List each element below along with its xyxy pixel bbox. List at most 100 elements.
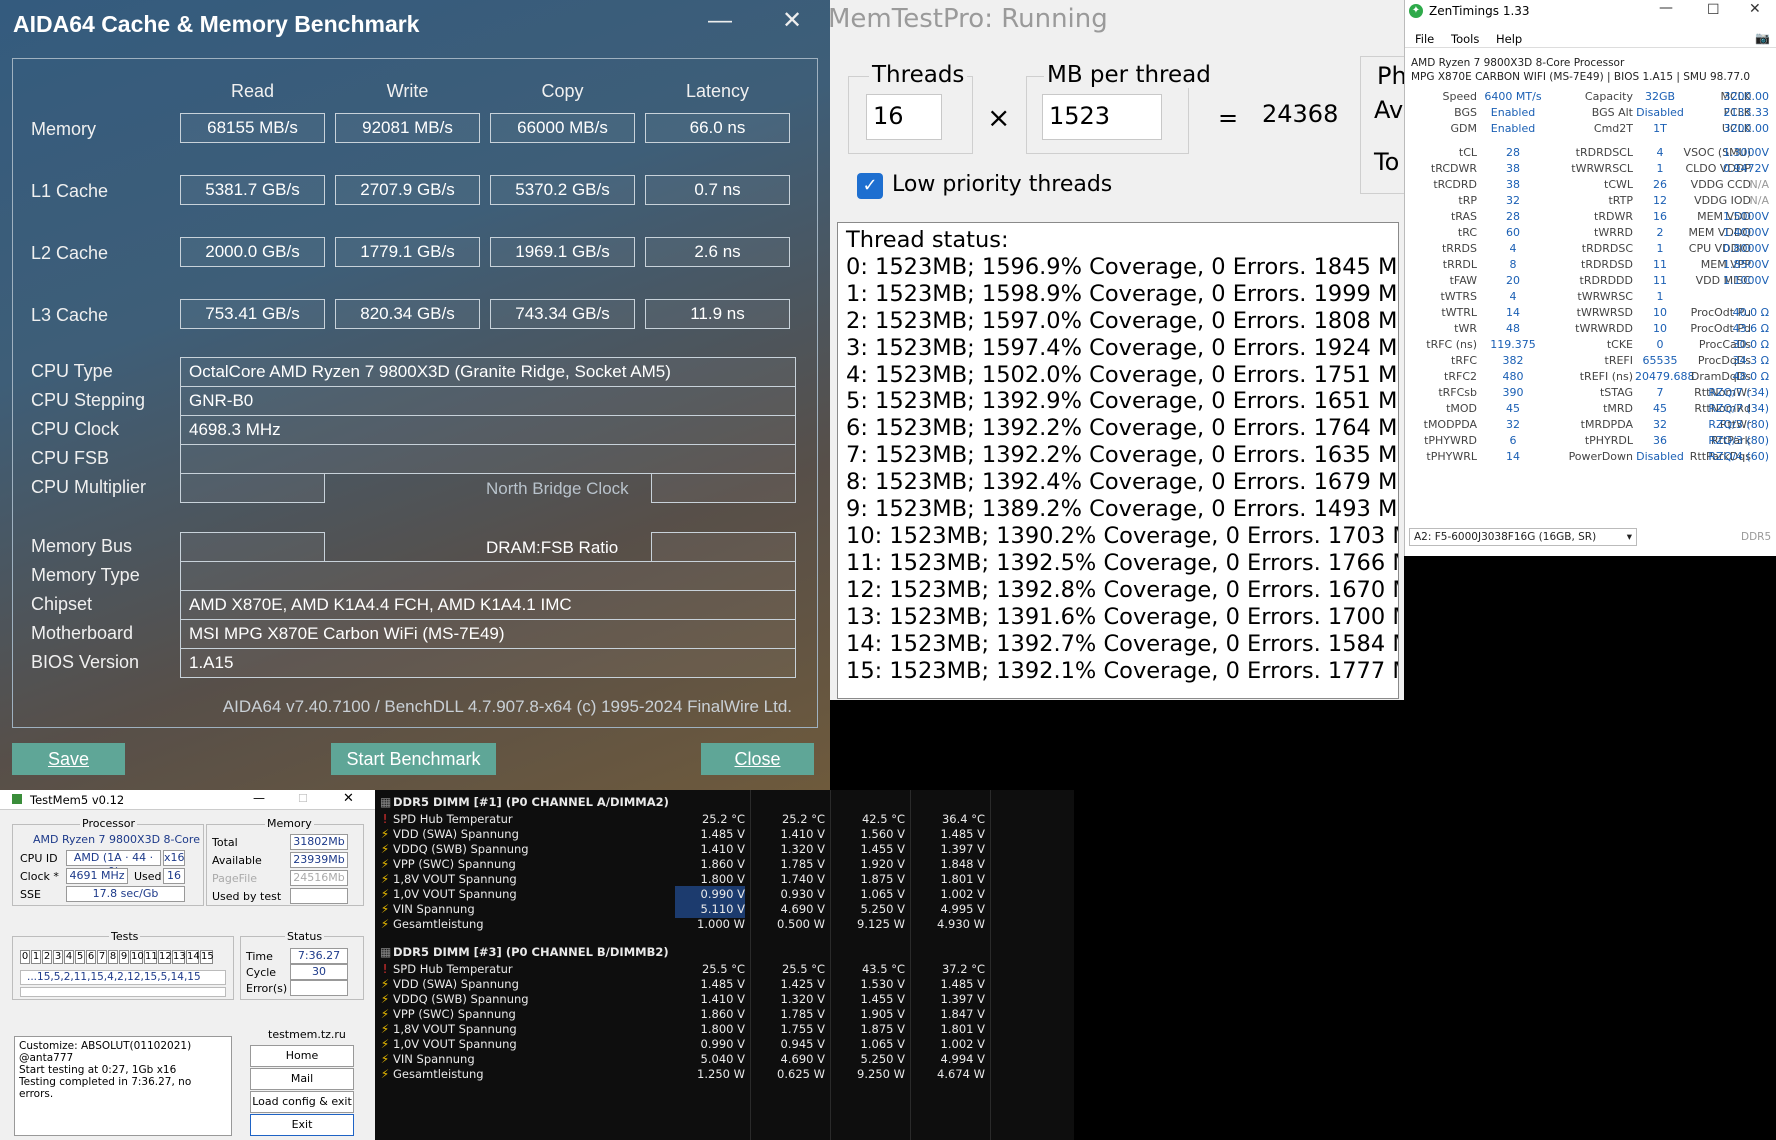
chipset-value: AMD X870E, AMD K1A4.4 FCH, AMD K1A4.1 IM… bbox=[180, 590, 796, 620]
low-priority-label[interactable]: Low priority threads bbox=[892, 172, 1112, 197]
thread-status-line: 15: 1523MB; 1392.1% Coverage, 0 Errors. … bbox=[846, 657, 1399, 684]
bench-value: 2000.0 GB/s bbox=[180, 237, 325, 267]
sensor-name: Gesamtleistung bbox=[393, 1067, 484, 1081]
used-value: 16 bbox=[163, 868, 185, 884]
used-label: Used bbox=[134, 870, 162, 883]
minimize-icon[interactable]: — bbox=[1659, 0, 1673, 16]
cut-label-2: Av bbox=[1374, 96, 1404, 124]
sensor-name: Gesamtleistung bbox=[393, 917, 484, 931]
zen-label: tRCDRD bbox=[1433, 178, 1477, 191]
zen-label: tMODPDA bbox=[1423, 418, 1477, 431]
zen-value: 1.4000V bbox=[1722, 226, 1769, 239]
test-cell: 11 bbox=[144, 950, 158, 964]
load-config-exit-button[interactable]: Load config & exit bbox=[250, 1091, 354, 1113]
sensor-row[interactable]: ⚡ Gesamtleistung 1.250 W 0.625 W 9.250 W 4.67… bbox=[375, 1066, 1074, 1083]
cpuid-label: CPU ID bbox=[20, 852, 58, 865]
zen-value: 0.8000V bbox=[1722, 242, 1769, 255]
clock-value: 4691 MHz bbox=[66, 868, 128, 884]
thread-status-line: 5: 1523MB; 1392.9% Coverage, 0 Errors. 1… bbox=[846, 388, 1399, 415]
minimize-icon[interactable]: — bbox=[253, 791, 265, 805]
errors-value bbox=[290, 980, 348, 996]
mb-per-thread-input[interactable]: 1523 bbox=[1042, 94, 1162, 140]
menu-tools[interactable]: Tools bbox=[1451, 32, 1479, 46]
sensor-value: 9.250 W bbox=[857, 1067, 905, 1081]
zen-label: BGS bbox=[1454, 106, 1477, 119]
checkbox-checked-icon[interactable]: ✓ bbox=[857, 173, 883, 199]
sse-value: 17.8 sec/Gb bbox=[66, 886, 185, 902]
zen-value: 45 bbox=[1506, 402, 1520, 415]
zen-label: tPHYRDL bbox=[1584, 434, 1633, 447]
sensor-value: 0.500 W bbox=[777, 917, 825, 931]
zen-value: RZQ/4 (60) bbox=[1708, 450, 1769, 463]
thread-status-line: 12: 1523MB; 1392.8% Coverage, 0 Errors. … bbox=[846, 576, 1399, 603]
sensor-group-header[interactable]: ▦ DDR5 DIMM [#3] (P0 CHANNEL B/DIMMB2) bbox=[375, 944, 1074, 961]
used-by-test-value bbox=[290, 888, 348, 904]
sensor-group-header[interactable]: ▦ DDR5 DIMM [#1] (P0 CHANNEL A/DIMMA2) bbox=[375, 794, 1074, 811]
maximize-icon[interactable]: ☐ bbox=[1707, 2, 1720, 18]
zen-label: tRFC bbox=[1451, 354, 1477, 367]
bench-value: 66.0 ns bbox=[645, 113, 790, 143]
minimize-icon[interactable]: — bbox=[700, 6, 740, 36]
bench-value: 68155 MB/s bbox=[180, 113, 325, 143]
zentimings-title: ZenTimings 1.33 bbox=[1429, 4, 1530, 18]
processor-value: AMD Ryzen 7 9800X3D 8-Core bbox=[33, 833, 200, 846]
bench-value: 0.7 ns bbox=[645, 175, 790, 205]
clock-label: Clock * bbox=[20, 870, 59, 883]
sensor-row[interactable]: ⚡ Gesamtleistung 1.000 W 0.500 W 9.125 W 4.93… bbox=[375, 916, 1074, 933]
threads-input[interactable]: 16 bbox=[866, 94, 942, 140]
memory-type-value bbox=[180, 561, 796, 591]
menu-file[interactable]: File bbox=[1415, 32, 1434, 46]
zen-label: tWRRD bbox=[1594, 226, 1633, 239]
exit-button[interactable]: Exit bbox=[250, 1114, 354, 1136]
test-cell: 15 bbox=[200, 950, 214, 964]
zen-value: 40.0 Ω bbox=[1732, 306, 1769, 319]
zen-label: tRC bbox=[1457, 226, 1477, 239]
zen-label: tRAS bbox=[1450, 210, 1477, 223]
aida64-title: AIDA64 Cache & Memory Benchmark bbox=[13, 11, 420, 37]
close-icon[interactable]: ✕ bbox=[772, 6, 812, 36]
zen-value: 2133.33 bbox=[1723, 106, 1770, 119]
zen-label: tRDRDDD bbox=[1579, 274, 1633, 287]
cpuid-value: AMD (1A · 44 · 0) bbox=[66, 850, 161, 878]
cpu-stepping-label: CPU Stepping bbox=[31, 390, 146, 410]
cpu-type-label: CPU Type bbox=[31, 361, 113, 381]
test-cell: 8 bbox=[108, 950, 118, 964]
bench-value: 2707.9 GB/s bbox=[335, 175, 480, 205]
sensor-value: 4.674 W bbox=[937, 1067, 985, 1081]
zen-label: tWTRL bbox=[1441, 306, 1477, 319]
thread-status-line: 7: 1523MB; 1392.2% Coverage, 0 Errors. 1… bbox=[846, 442, 1399, 469]
memtestpro-window: MemTestPro: Running Threads 16 × MB per … bbox=[828, 0, 1420, 700]
close-icon[interactable]: ✕ bbox=[343, 791, 354, 806]
bench-value: 92081 MB/s bbox=[335, 113, 480, 143]
menu-help[interactable]: Help bbox=[1496, 32, 1522, 46]
threads-label: Threads bbox=[869, 62, 968, 88]
start-benchmark-button[interactable]: Start Benchmark bbox=[331, 743, 496, 775]
bench-row-label: L3 Cache bbox=[31, 305, 109, 325]
dimm-select[interactable]: A2: F5-6000J3038F16G (16GB, SR) ▾ bbox=[1409, 528, 1637, 546]
nb-clock-label: North Bridge Clock bbox=[486, 479, 629, 498]
close-icon[interactable]: ✕ bbox=[1749, 1, 1761, 17]
thread-status-line: 4: 1523MB; 1502.0% Coverage, 0 Errors. 1… bbox=[846, 361, 1399, 388]
mail-button[interactable]: Mail bbox=[250, 1068, 354, 1090]
bench-value: 820.34 GB/s bbox=[335, 299, 480, 329]
zen-label: tCKE bbox=[1606, 338, 1633, 351]
test-cell: 12 bbox=[158, 950, 172, 964]
thread-status-line: 2: 1523MB; 1597.0% Coverage, 0 Errors. 1… bbox=[846, 307, 1399, 334]
dram-fsb-label: DRAM:FSB Ratio bbox=[486, 538, 619, 557]
save-button[interactable]: Save bbox=[12, 743, 125, 775]
test-cell: 6 bbox=[86, 950, 96, 964]
bench-value: 1779.1 GB/s bbox=[335, 237, 480, 267]
zen-label: tWRWRSC bbox=[1577, 290, 1633, 303]
home-button[interactable]: Home bbox=[250, 1045, 354, 1067]
zen-label: tMOD bbox=[1446, 402, 1477, 415]
zen-label: tRRDL bbox=[1442, 258, 1477, 271]
zen-label: tRFC (ns) bbox=[1426, 338, 1477, 351]
zen-label: tCL bbox=[1458, 146, 1477, 159]
camera-icon[interactable]: 📷 bbox=[1755, 31, 1770, 45]
zen-value: 6 bbox=[1509, 434, 1517, 447]
close-button[interactable]: Close bbox=[701, 743, 814, 775]
zen-label: tRDWR bbox=[1594, 210, 1633, 223]
memtestpro-title: MemTestPro: Running bbox=[828, 4, 1108, 34]
zen-value: 28 bbox=[1506, 146, 1520, 159]
test-cell: 4 bbox=[64, 950, 74, 964]
